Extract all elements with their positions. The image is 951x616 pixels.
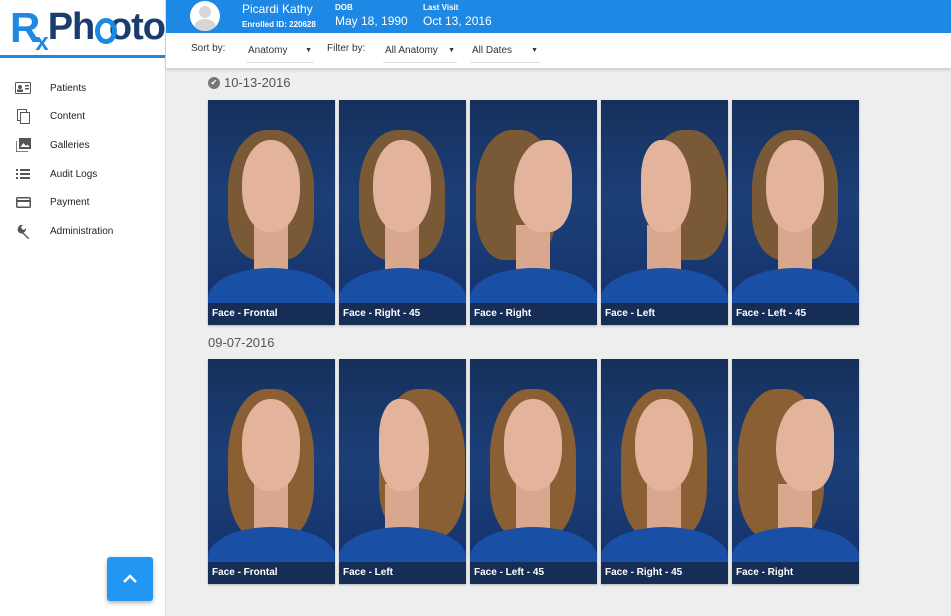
photo-thumbnail[interactable]: Face - Frontal: [208, 100, 335, 325]
photo-caption: Face - Frontal: [208, 562, 335, 584]
dropdown-arrow-icon: ▼: [448, 46, 455, 54]
sidebar-item-label: Administration: [50, 225, 114, 237]
sidebar-item-label: Galleries: [50, 139, 90, 151]
photo-thumbnail[interactable]: Face - Left: [601, 100, 728, 325]
filter-toolbar: Sort by: Anatomy ▼ Filter by: All Anatom…: [166, 33, 951, 68]
check-circle-icon: ✔: [208, 76, 220, 89]
date-filter-select[interactable]: All Dates ▼: [470, 38, 540, 63]
sidebar-item-administration[interactable]: Administration: [0, 217, 165, 246]
photo-thumbnail[interactable]: Face - Left: [339, 359, 466, 584]
photo-group-date: ✔ 10-13-2016: [208, 75, 291, 90]
content-icon: [15, 109, 31, 125]
dropdown-arrow-icon: ▼: [531, 46, 538, 54]
patient-header: Picardi Kathy Enrolled ID: 220628 DOB Ma…: [166, 0, 951, 33]
photo-caption: Face - Left: [601, 303, 728, 325]
dropdown-arrow-icon: ▼: [305, 46, 312, 54]
wrench-icon: [15, 223, 31, 239]
sidebar-item-content[interactable]: Content: [0, 103, 165, 132]
photo-thumbnail[interactable]: Face - Right - 45: [339, 100, 466, 325]
photo-caption: Face - Right: [732, 562, 859, 584]
sidebar: Rx Ph o oto Patients Content Galleries: [0, 0, 166, 616]
sidebar-item-label: Audit Logs: [50, 168, 98, 180]
sidebar-item-label: Content: [50, 111, 86, 123]
sidebar-item-label: Patients: [50, 82, 87, 94]
chevron-up-icon: [122, 570, 138, 588]
photo-thumbnail[interactable]: Face - Left - 45: [732, 100, 859, 325]
photo-thumbnail[interactable]: Face - Left - 45: [470, 359, 597, 584]
anatomy-filter-value: All Anatomy: [385, 44, 438, 56]
enrolled-id: Enrolled ID: 220628: [242, 20, 316, 29]
sidebar-item-label: Payment: [50, 197, 90, 209]
scroll-to-top-button[interactable]: [107, 557, 153, 601]
dob-label: DOB: [335, 3, 353, 12]
photo-thumbnail[interactable]: Face - Right - 45: [601, 359, 728, 584]
sidebar-item-payment[interactable]: Payment: [0, 188, 165, 217]
photo-thumbnail[interactable]: Face - Frontal: [208, 359, 335, 584]
sidebar-item-patients[interactable]: Patients: [0, 74, 165, 103]
last-visit-value: Oct 13, 2016: [423, 14, 492, 28]
photo-caption: Face - Left - 45: [470, 562, 597, 584]
last-visit-label: Last Visit: [423, 3, 459, 12]
photo-thumbnail[interactable]: Face - Right: [470, 100, 597, 325]
rxphoto-logo[interactable]: Rx Ph o oto: [0, 0, 166, 58]
date-filter-value: All Dates: [472, 44, 513, 56]
sidebar-nav: Patients Content Galleries Audit Logs Pa…: [0, 74, 165, 246]
sort-by-label: Sort by:: [191, 43, 226, 54]
sort-by-select[interactable]: Anatomy ▼: [246, 38, 314, 63]
dob-value: May 18, 1990: [335, 14, 408, 28]
filter-by-label: Filter by:: [327, 43, 366, 54]
sidebar-item-galleries[interactable]: Galleries: [0, 131, 165, 160]
photo-caption: Face - Right - 45: [339, 303, 466, 325]
photo-thumbnail[interactable]: Face - Right: [732, 359, 859, 584]
patient-name: Picardi Kathy: [242, 2, 313, 16]
audit-logs-icon: [15, 166, 31, 182]
patients-icon: [15, 80, 31, 96]
payment-icon: [15, 195, 31, 211]
sort-by-value: Anatomy: [248, 44, 288, 56]
photo-caption: Face - Frontal: [208, 303, 335, 325]
galleries-icon: [15, 137, 31, 153]
photo-caption: Face - Left - 45: [732, 303, 859, 325]
photo-caption: Face - Left: [339, 562, 466, 584]
camera-shutter-icon: [95, 17, 117, 44]
anatomy-filter-select[interactable]: All Anatomy ▼: [383, 38, 457, 63]
avatar[interactable]: [190, 1, 220, 31]
photo-group-date: 09-07-2016: [208, 335, 275, 350]
photo-caption: Face - Right - 45: [601, 562, 728, 584]
photo-caption: Face - Right: [470, 303, 597, 325]
sidebar-item-audit-logs[interactable]: Audit Logs: [0, 160, 165, 189]
